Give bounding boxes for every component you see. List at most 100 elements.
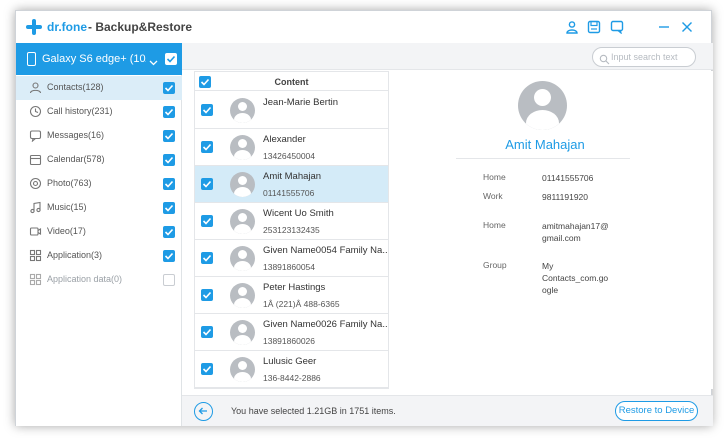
- row-checkbox[interactable]: [201, 252, 213, 264]
- avatar: [518, 81, 567, 130]
- avatar: [230, 98, 255, 123]
- contact-phone: 13891860026: [263, 336, 316, 346]
- content-toolbar: Input search text: [182, 43, 713, 70]
- chevron-down-icon[interactable]: [149, 54, 158, 66]
- message-icon: [29, 129, 42, 142]
- table-row[interactable]: Peter Hastings 1Â (221)Â 488-6365: [195, 277, 388, 314]
- sidebar-item-label: Contacts(128): [47, 82, 104, 92]
- list-header: Content: [195, 72, 388, 91]
- sidebar-item-label: Photo(763): [47, 178, 92, 188]
- sidebar-item-video[interactable]: Video(17): [16, 220, 182, 244]
- sidebar-item-music[interactable]: Music(15): [16, 196, 182, 220]
- contact-name: Wicent Uo Smith: [263, 208, 334, 219]
- sidebar-item-label: Application data(0): [47, 274, 123, 284]
- avatar: [230, 209, 255, 234]
- category-checkbox[interactable]: [163, 130, 175, 142]
- device-selector[interactable]: Galaxy S6 edge+ (10/18/2: [16, 43, 182, 75]
- table-row[interactable]: Given Name0054 Family Na... 13891860054: [195, 240, 388, 277]
- contact-name: Amit Mahajan: [263, 171, 322, 182]
- arrow-left-icon: [198, 407, 207, 415]
- field-label: Group: [483, 260, 507, 270]
- avatar: [230, 357, 255, 382]
- contact-name: Given Name0054 Family Na...: [263, 245, 388, 256]
- search-placeholder: Input search text: [611, 52, 678, 62]
- field-value: amitmahajan17@ gmail.com: [542, 221, 609, 243]
- divider: [456, 158, 630, 159]
- sidebar-item-application-data[interactable]: Application data(0): [16, 268, 182, 292]
- category-checkbox[interactable]: [163, 250, 175, 262]
- table-row[interactable]: Given Name0026 Family Na... 13891860026: [195, 314, 388, 351]
- save-icon[interactable]: [587, 20, 601, 34]
- minimize-icon[interactable]: [657, 20, 671, 34]
- avatar: [230, 283, 255, 308]
- category-checkbox[interactable]: [163, 82, 175, 94]
- device-checkbox[interactable]: [165, 53, 177, 65]
- sidebar-item-label: Messages(16): [47, 130, 105, 140]
- contact-list: Content Jean-Marie Bertin Alexander 1342…: [194, 71, 389, 389]
- sidebar-item-messages[interactable]: Messages(16): [16, 124, 182, 148]
- title-bar: dr.fone - Backup&Restore: [16, 11, 711, 43]
- window-title: - Backup&Restore: [88, 20, 193, 34]
- footer-bar: You have selected 1.21GB in 1751 items. …: [182, 395, 713, 426]
- contact-phone: 13891860054: [263, 262, 316, 272]
- field-label: Home: [483, 172, 506, 182]
- contact-name: Peter Hastings: [263, 282, 326, 293]
- search-icon: [599, 52, 610, 65]
- history-icon: [29, 105, 42, 118]
- sidebar-item-label: Music(15): [47, 202, 87, 212]
- sidebar-item-calendar[interactable]: Calendar(578): [16, 148, 182, 172]
- search-input[interactable]: Input search text: [592, 47, 696, 67]
- row-checkbox[interactable]: [201, 289, 213, 301]
- category-checkbox[interactable]: [163, 226, 175, 238]
- detail-contact-name: Amit Mahajan: [505, 137, 585, 152]
- back-button[interactable]: [194, 402, 213, 421]
- contact-name: Given Name0026 Family Na...: [263, 319, 388, 330]
- video-icon: [29, 225, 42, 238]
- calendar-icon: [29, 153, 42, 166]
- category-checkbox[interactable]: [163, 106, 175, 118]
- sidebar-item-photo[interactable]: Photo(763): [16, 172, 182, 196]
- camera-icon: [29, 177, 42, 190]
- sidebar-item-call-history[interactable]: Call history(231): [16, 100, 182, 124]
- close-icon[interactable]: [680, 20, 694, 34]
- sidebar-item-application[interactable]: Application(3): [16, 244, 182, 268]
- table-row[interactable]: Amit Mahajan 01141555706: [195, 166, 388, 203]
- category-checkbox[interactable]: [163, 154, 175, 166]
- contact-detail-panel: Amit Mahajan Home 01141555706 Work 98111…: [389, 71, 713, 389]
- chat-icon[interactable]: [610, 20, 624, 34]
- music-icon: [29, 201, 42, 214]
- contact-phone: 13426450004: [263, 151, 316, 161]
- selection-status: You have selected 1.21GB in 1751 items.: [231, 406, 396, 416]
- field-label: Home: [483, 220, 506, 230]
- list-header-label: Content: [274, 77, 309, 87]
- sidebar-item-label: Video(17): [47, 226, 86, 236]
- contact-name: Alexander: [263, 134, 306, 145]
- row-checkbox[interactable]: [201, 178, 213, 190]
- contact-phone: 01141555706: [263, 188, 315, 198]
- table-row[interactable]: Wicent Uo Smith 253123132435: [195, 203, 388, 240]
- category-checkbox[interactable]: [163, 274, 175, 286]
- contact-name: Lulusic Geer: [263, 356, 317, 367]
- row-checkbox[interactable]: [201, 141, 213, 153]
- category-checkbox[interactable]: [163, 178, 175, 190]
- field-value: 01141555706: [542, 173, 594, 183]
- sidebar-item-contacts[interactable]: Contacts(128): [16, 76, 182, 100]
- field-value: My Contacts_com.go ogle: [542, 261, 609, 295]
- sidebar-item-label: Application(3): [47, 250, 103, 260]
- table-row[interactable]: Alexander 13426450004: [195, 129, 388, 166]
- avatar: [230, 135, 255, 160]
- row-checkbox[interactable]: [201, 104, 213, 116]
- app-window: dr.fone - Backup&Restore Galaxy S6 edge+…: [15, 10, 713, 426]
- row-checkbox[interactable]: [201, 363, 213, 375]
- restore-to-device-button[interactable]: Restore to Device: [615, 401, 698, 421]
- account-icon[interactable]: [565, 20, 579, 34]
- app-icon: [29, 249, 42, 262]
- contact-phone: 253123132435: [263, 225, 320, 235]
- category-checkbox[interactable]: [163, 202, 175, 214]
- row-checkbox[interactable]: [201, 215, 213, 227]
- table-row[interactable]: Lulusic Geer 136-8442-2886: [195, 351, 388, 388]
- table-row[interactable]: Jean-Marie Bertin: [195, 92, 388, 129]
- contact-name: Jean-Marie Bertin: [263, 97, 338, 108]
- sidebar-item-label: Call history(231): [47, 106, 113, 116]
- row-checkbox[interactable]: [201, 326, 213, 338]
